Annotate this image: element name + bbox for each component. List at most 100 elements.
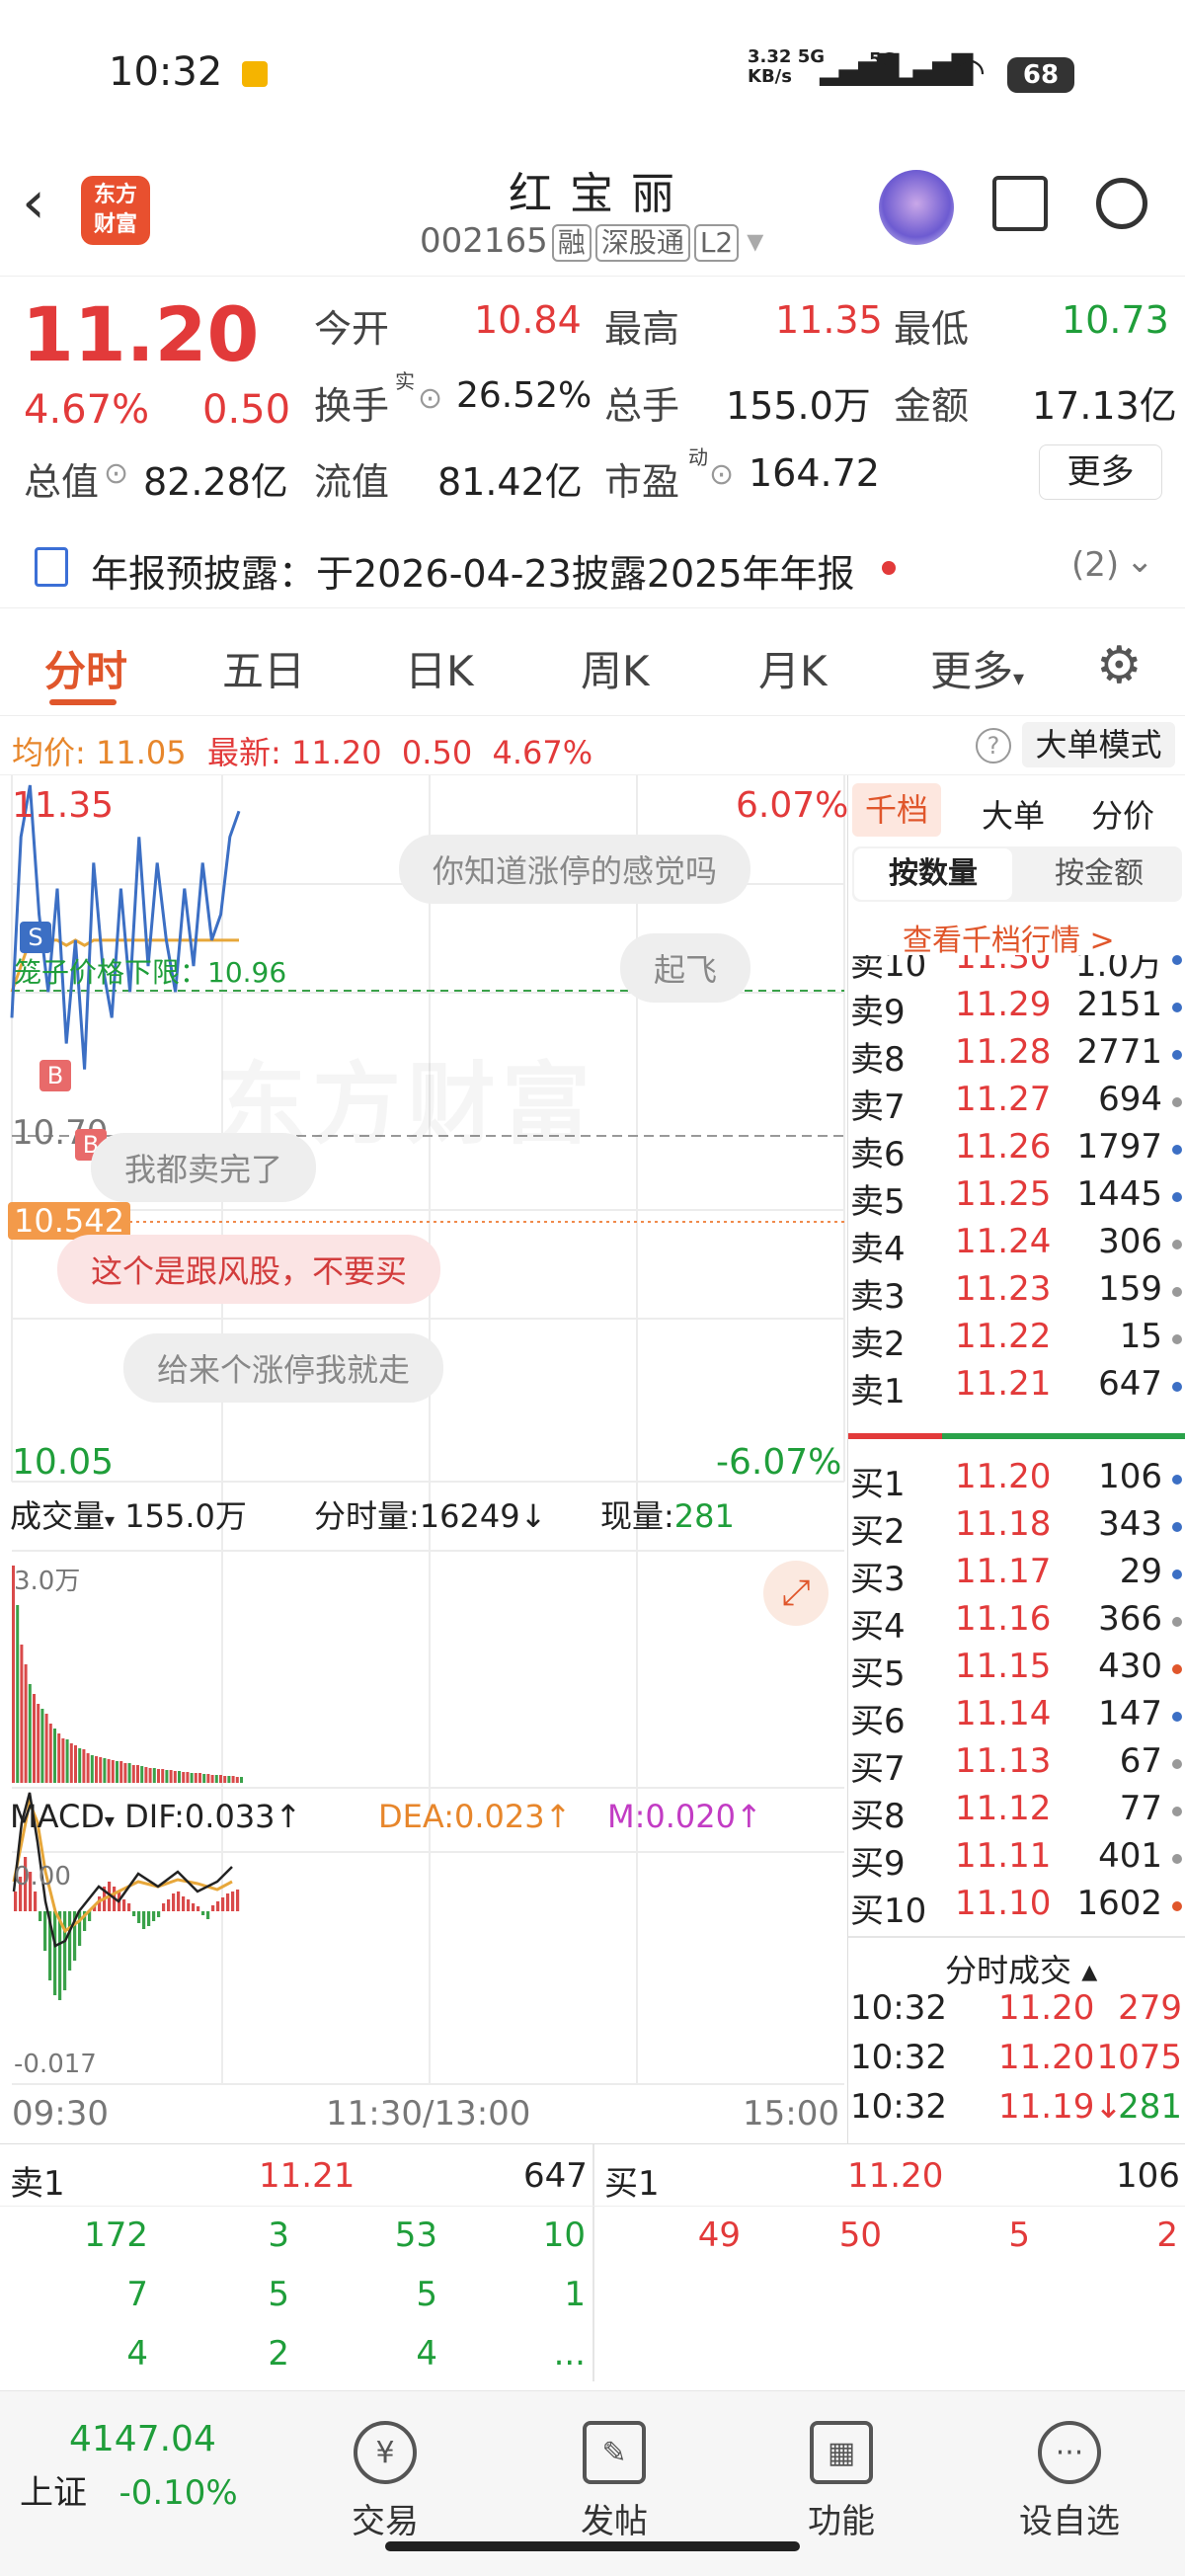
- level-label: 卖4: [850, 1230, 906, 1269]
- chevron-down-icon[interactable]: ▾: [747, 221, 763, 261]
- queue-order: 4: [126, 2334, 148, 2374]
- volume-bar: [231, 1776, 235, 1783]
- barrage-bubble[interactable]: 给来个涨停我就走: [123, 1333, 444, 1403]
- barrage-bubble[interactable]: 我都卖完了: [91, 1133, 317, 1202]
- tab-daily-k[interactable]: 日K: [405, 638, 474, 698]
- nav-post[interactable]: ✎ 发帖: [545, 2421, 683, 2542]
- macd-bar: [187, 1899, 191, 1911]
- by-amount-tab[interactable]: 按金额: [1020, 848, 1178, 900]
- queue-order: 172: [84, 2215, 148, 2255]
- gear-icon[interactable]: ⚙: [1096, 636, 1143, 695]
- big-order-mode-button[interactable]: 大单模式: [1022, 722, 1175, 767]
- order-level-row[interactable]: 买3 11.17 29: [848, 1552, 1185, 1599]
- document-icon: [35, 547, 68, 587]
- level-dot: [1172, 1617, 1182, 1627]
- info-icon[interactable]: ⊙: [418, 381, 442, 416]
- order-level-row[interactable]: 买6 11.14 147: [848, 1694, 1185, 1741]
- volume-bar: [152, 1768, 156, 1783]
- level-price: 11.27: [955, 1080, 1052, 1119]
- trade-row: 10:32 11.20 279: [848, 1988, 1185, 2036]
- tab-monthly-k[interactable]: 月K: [758, 638, 828, 698]
- order-level-row[interactable]: 买5 11.15 430: [848, 1647, 1185, 1694]
- volume-bar: [223, 1776, 227, 1783]
- tab-thousand-levels[interactable]: 千档: [852, 783, 941, 837]
- tab-big-orders[interactable]: 大单: [982, 791, 1045, 837]
- order-level-row[interactable]: 卖8 11.28 2771: [848, 1032, 1185, 1080]
- volume-bar: [165, 1770, 169, 1783]
- queue-order: 10: [542, 2215, 586, 2255]
- robot-avatar-icon[interactable]: [879, 170, 954, 245]
- expand-icon[interactable]: ⤢: [763, 1561, 829, 1626]
- tab-more[interactable]: 更多▾: [930, 638, 1024, 698]
- buy-marker-icon[interactable]: B: [40, 1060, 71, 1091]
- index-ticker[interactable]: 4147.04 上证 -0.10%: [20, 2419, 276, 2514]
- tag-margin: 融: [551, 224, 592, 262]
- nav-functions[interactable]: ▦ 功能: [772, 2421, 910, 2542]
- order-level-row[interactable]: 买10 11.10 1602: [848, 1884, 1185, 1931]
- level-volume: 2151: [1076, 985, 1162, 1024]
- sell-queue: 172 3 53 10 7 5 5 1 4 2 4...: [0, 2144, 592, 2381]
- volume-bar: [157, 1769, 160, 1783]
- queue-order: 5: [416, 2275, 437, 2314]
- annual-report-notice[interactable]: 年报预披露：于2026-04-23披露2025年年报 (2) ⌄: [0, 533, 1185, 603]
- high-label: 最高: [604, 307, 680, 351]
- pe-sup: 动: [688, 445, 708, 469]
- intraday-chart[interactable]: 东方财富 11.35 6.07% 笼子价格下限：10.96 10.70 10.5…: [0, 775, 848, 2143]
- order-level-row[interactable]: 卖2 11.22 15: [848, 1317, 1185, 1364]
- volume-bar: [48, 1724, 52, 1783]
- info-icon[interactable]: ⊙: [104, 456, 128, 491]
- order-level-row[interactable]: 买8 11.12 77: [848, 1789, 1185, 1836]
- nav-trade[interactable]: ¥ 交易: [316, 2421, 454, 2542]
- more-button[interactable]: 更多: [1039, 444, 1162, 500]
- macd-bar: [157, 1911, 161, 1917]
- level-label: 买3: [850, 1560, 906, 1599]
- tab-5day[interactable]: 五日: [222, 638, 305, 698]
- tab-weekly-k[interactable]: 周K: [581, 638, 650, 698]
- info-icon[interactable]: ⊙: [709, 457, 734, 492]
- nav-add-watchlist[interactable]: ··· 设自选: [1000, 2421, 1139, 2542]
- trades-title[interactable]: 分时成交 ▴: [945, 1946, 1097, 1991]
- open-label: 今开: [314, 307, 390, 351]
- view-levels-link[interactable]: 查看千档行情 >: [903, 916, 1115, 959]
- volume-selector[interactable]: 成交量: [10, 1497, 105, 1535]
- level-dot: [1172, 1475, 1182, 1485]
- chart-top-price: 11.35: [12, 785, 115, 826]
- tab-intraday[interactable]: 分时: [44, 638, 127, 698]
- indicator-selector[interactable]: MACD: [10, 1798, 105, 1835]
- queue-order: ...: [553, 2334, 586, 2374]
- order-level-row[interactable]: 买2 11.18 343: [848, 1504, 1185, 1552]
- time-axis-start: 09:30: [12, 2094, 109, 2133]
- help-icon[interactable]: ?: [976, 728, 1011, 764]
- queue-order: 5: [1008, 2215, 1030, 2255]
- quote-summary: 11.20 4.67% 0.50 总值 ⊙ 82.28亿 今开 10.84 最高…: [0, 279, 1185, 525]
- order-level-row[interactable]: 卖9 11.29 2151: [848, 985, 1185, 1032]
- order-level-row[interactable]: 卖1 11.21 647: [848, 1364, 1185, 1411]
- order-level-row[interactable]: 卖7 11.27 694: [848, 1080, 1185, 1127]
- macd-bar: [216, 1901, 220, 1911]
- order-level-row[interactable]: 买1 11.20 106: [848, 1457, 1185, 1504]
- share-icon[interactable]: [992, 176, 1048, 231]
- barrage-bubble[interactable]: 起飞: [620, 933, 751, 1003]
- order-level-row[interactable]: 卖6 11.26 1797: [848, 1127, 1185, 1174]
- volume-bar: [186, 1772, 190, 1783]
- by-quantity-tab[interactable]: 按数量: [854, 848, 1012, 900]
- tab-price-distribution[interactable]: 分价: [1091, 791, 1154, 837]
- barrage-bubble[interactable]: 这个是跟风股，不要买: [57, 1235, 441, 1304]
- level-label: 卖7: [850, 1087, 906, 1127]
- order-level-row[interactable]: 买9 11.11 401: [848, 1836, 1185, 1884]
- level-dot: [1172, 1759, 1182, 1769]
- order-level-row[interactable]: 卖10 11.30 1.0万: [848, 955, 1185, 985]
- order-level-row[interactable]: 卖5 11.25 1445: [848, 1174, 1185, 1222]
- order-level-row[interactable]: 买4 11.16 366: [848, 1599, 1185, 1647]
- level-price: 11.16: [955, 1599, 1052, 1639]
- home-indicator: [385, 2541, 800, 2551]
- order-level-row[interactable]: 卖3 11.23 159: [848, 1269, 1185, 1317]
- order-level-row[interactable]: 卖4 11.24 306: [848, 1222, 1185, 1269]
- low-value: 10.73: [1062, 298, 1169, 342]
- trade-time: 10:32: [850, 2087, 947, 2127]
- search-icon[interactable]: [1096, 178, 1147, 229]
- barrage-bubble[interactable]: 你知道涨停的感觉吗: [399, 835, 751, 904]
- macd-bar: [192, 1903, 196, 1911]
- order-level-row[interactable]: 买7 11.13 67: [848, 1741, 1185, 1789]
- sell-marker-icon[interactable]: S: [20, 922, 51, 953]
